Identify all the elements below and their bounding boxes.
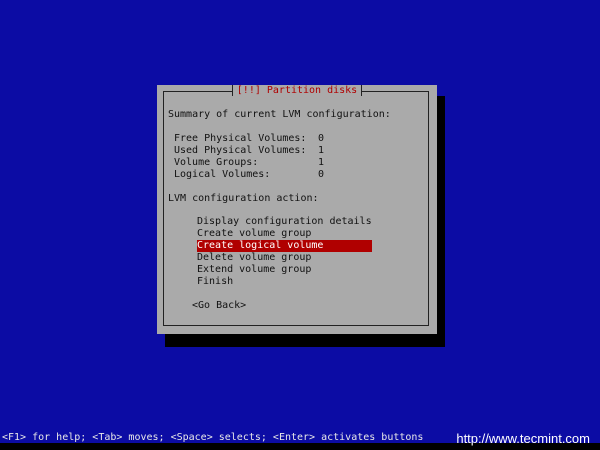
menu-item-finish[interactable]: Finish [197, 276, 372, 288]
menu-item-extend-volume-group[interactable]: Extend volume group [197, 264, 372, 276]
summary-label: Volume Groups: [174, 157, 259, 168]
menu-item-display-config[interactable]: Display configuration details [197, 216, 372, 228]
partition-disks-dialog: [!!] Partition disks Summary of current … [157, 85, 437, 334]
summary-value: 1 [318, 157, 325, 168]
go-back-button[interactable]: <Go Back> [192, 300, 246, 312]
summary-heading: Summary of current LVM configuration: [168, 109, 391, 120]
summary-row: Volume Groups: 1 [174, 157, 344, 169]
dialog-frame [163, 91, 429, 326]
summary-value: 0 [318, 169, 325, 180]
summary-label: Free Physical Volumes: [174, 133, 307, 144]
summary-value: 1 [318, 145, 325, 156]
menu-item-delete-volume-group[interactable]: Delete volume group [197, 252, 372, 264]
summary-row: Free Physical Volumes: 0 [174, 133, 344, 145]
dialog-title: [!!] Partition disks [157, 85, 437, 97]
summary-label: Used Physical Volumes: [174, 145, 307, 156]
summary-row: Logical Volumes: 0 [174, 169, 344, 181]
summary-label: Logical Volumes: [174, 169, 271, 180]
watermark: http://www.tecmint.com [456, 431, 590, 446]
menu-item-create-logical-volume[interactable]: Create logical volume [197, 240, 372, 252]
summary-value: 0 [318, 133, 325, 144]
action-heading: LVM configuration action: [168, 193, 319, 204]
dialog-title-text: [!!] Partition disks [231, 85, 363, 96]
menu-item-create-volume-group[interactable]: Create volume group [197, 228, 372, 240]
summary-row: Used Physical Volumes: 1 [174, 145, 344, 157]
